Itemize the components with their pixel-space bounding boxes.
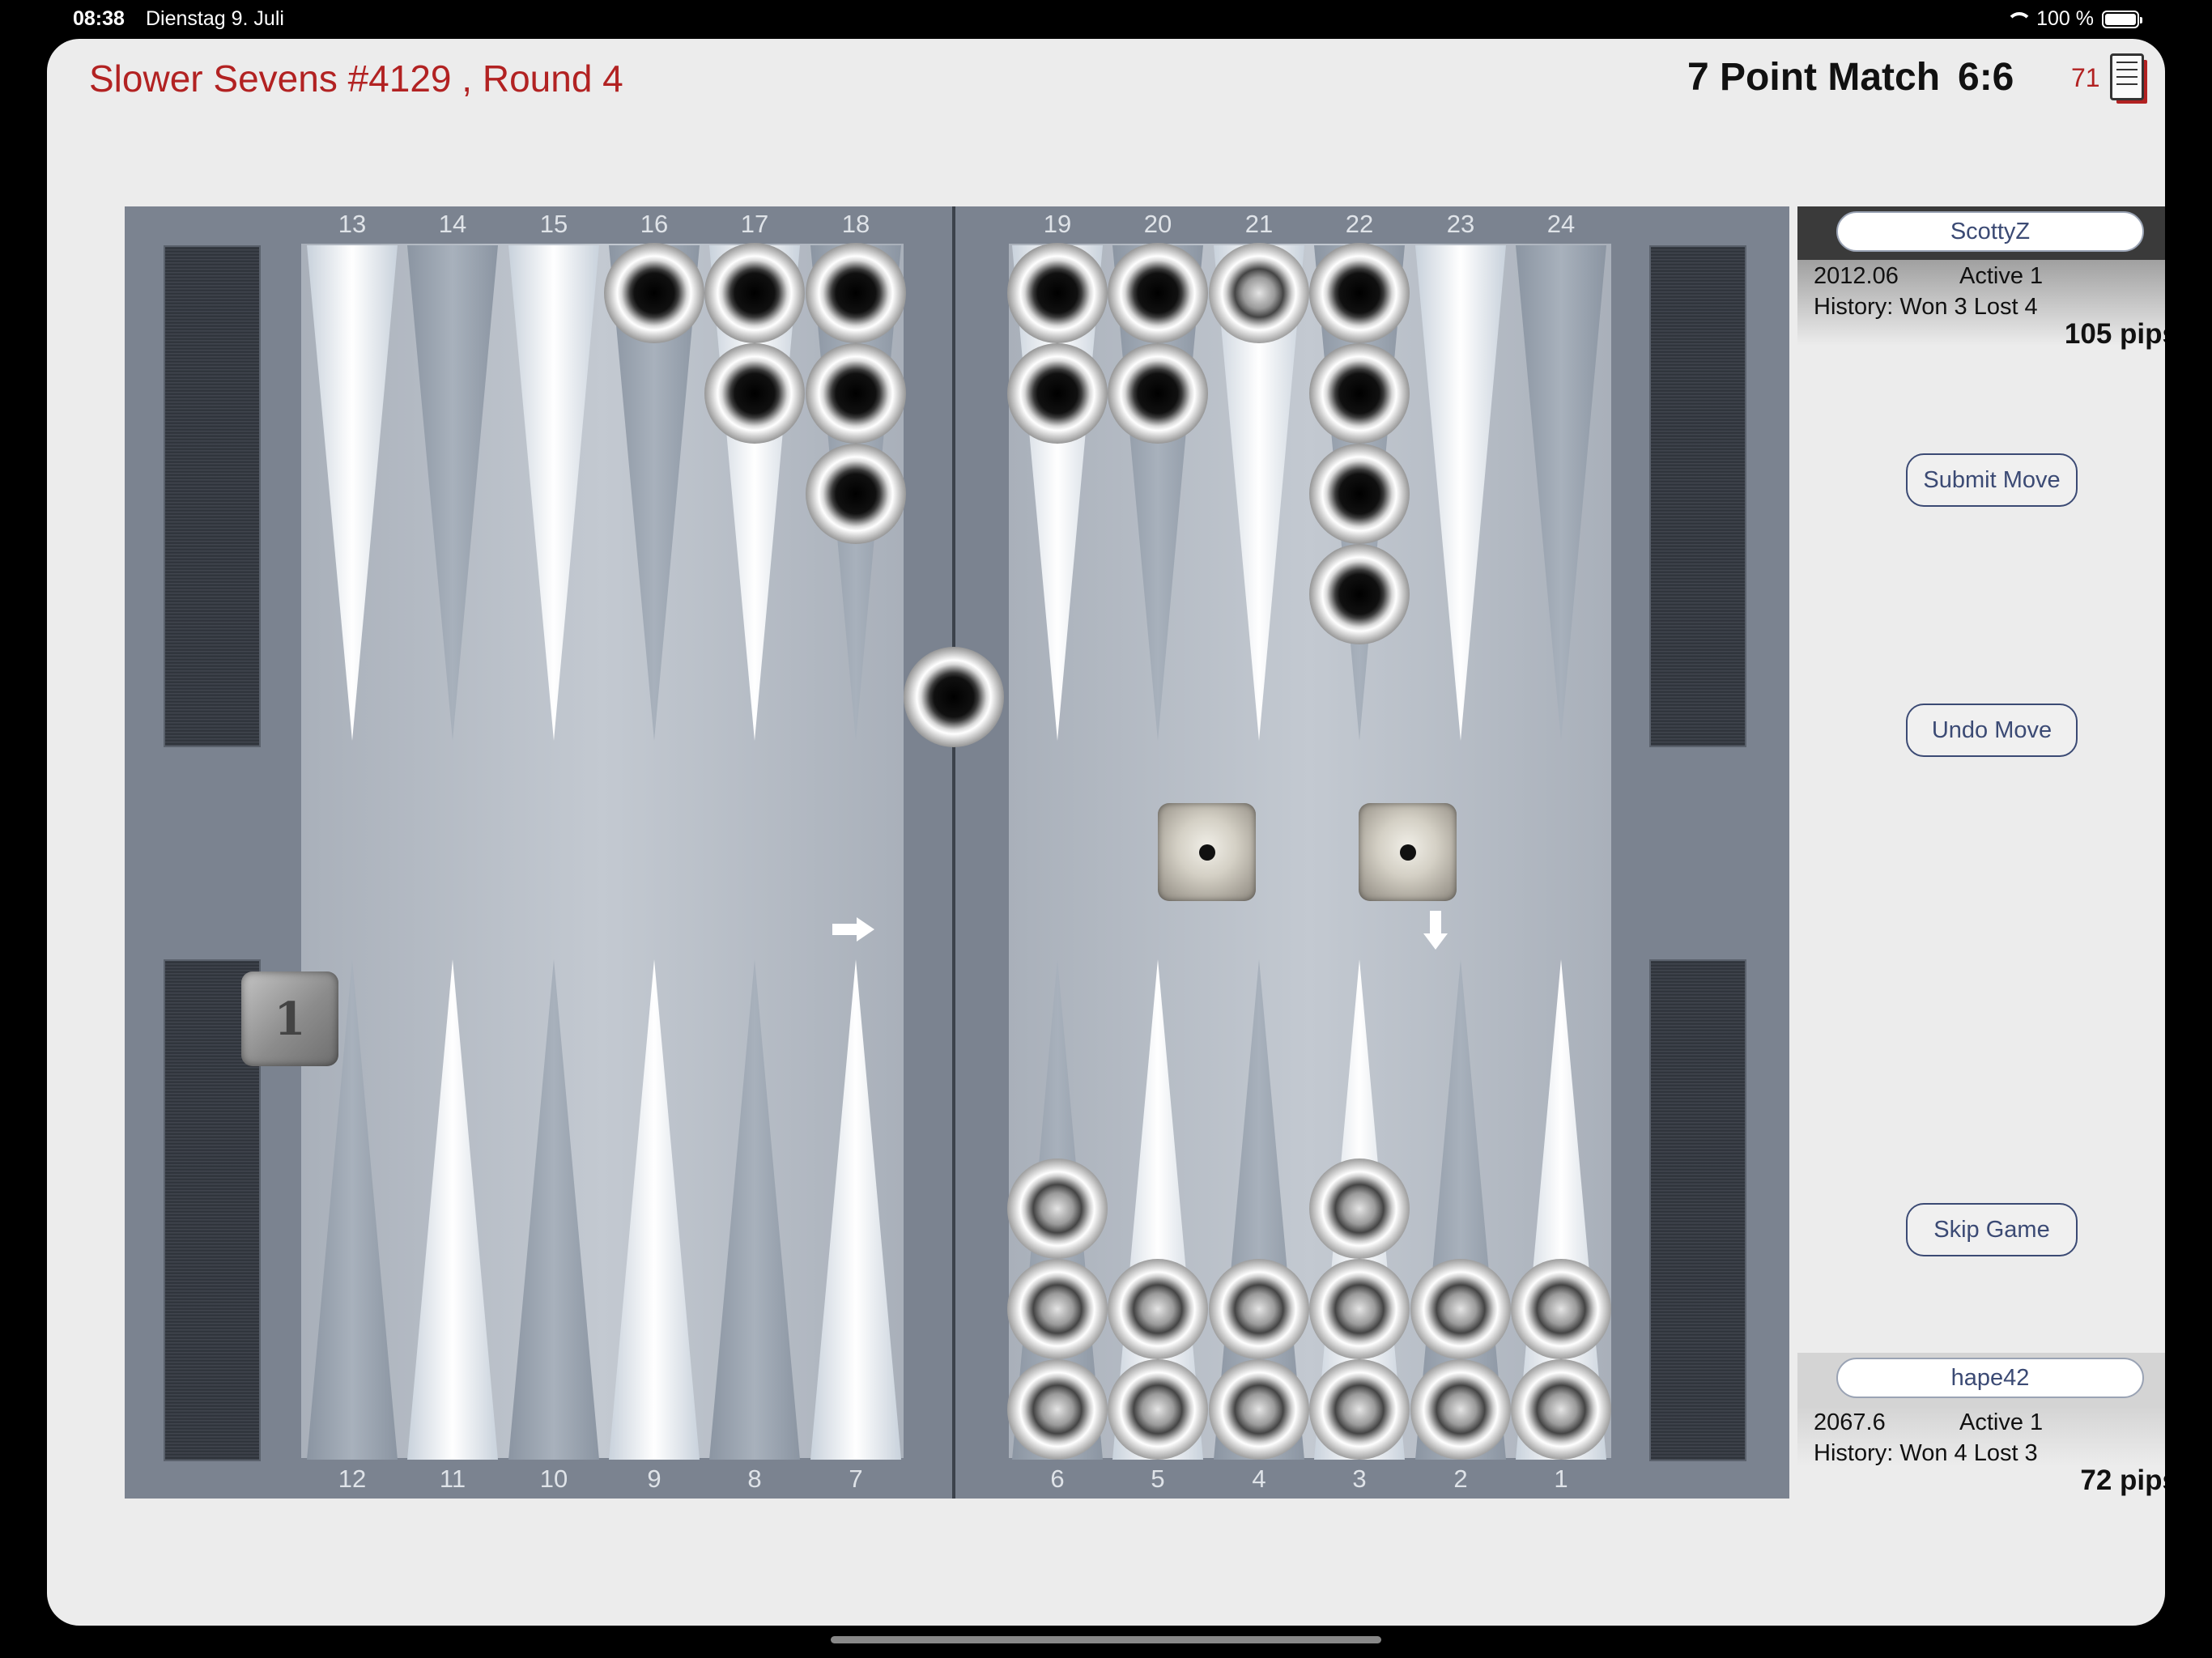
skip-game-button[interactable]: Skip Game [1906, 1203, 2078, 1256]
dark-checker[interactable] [1309, 243, 1410, 343]
dark-checker[interactable] [806, 243, 906, 343]
bear-off-tray-top-left [164, 245, 261, 747]
bear-off-tray-top-right[interactable] [1649, 245, 1746, 747]
doubling-cube[interactable]: 1 [241, 971, 338, 1066]
point-number: 12 [338, 1465, 367, 1493]
games-count: 71 [2071, 63, 2100, 92]
dark-checker[interactable] [1007, 243, 1108, 343]
submit-move-button[interactable]: Submit Move [1906, 453, 2078, 507]
player-active: Active 1 [1959, 1409, 2044, 1435]
point-number: 3 [1352, 1465, 1367, 1493]
opponent-pips: 105 pips [2064, 318, 2165, 350]
light-checker[interactable] [1108, 1259, 1208, 1359]
light-checker[interactable] [1511, 1359, 1611, 1460]
point-number: 13 [338, 210, 367, 238]
player-pips: 72 pips [2080, 1465, 2165, 1496]
light-checker[interactable] [1410, 1359, 1511, 1460]
point-number: 23 [1446, 210, 1475, 238]
opponent-history: History: Won 3 Lost 4 [1814, 294, 2038, 320]
game-title: Slower Sevens #4129 , Round 4 [89, 57, 623, 100]
side-panel: ScottyZ 2012.06 Active 1 History: Won 3 … [1797, 206, 2165, 1499]
dark-checker[interactable] [1108, 243, 1208, 343]
point-number: 20 [1143, 210, 1172, 238]
status-time: 08:38 [73, 7, 125, 30]
light-checker[interactable] [1007, 1359, 1108, 1460]
dark-checker[interactable] [704, 243, 805, 343]
battery-icon [2102, 10, 2142, 28]
point-number: 9 [647, 1465, 661, 1493]
dark-checker[interactable] [1309, 544, 1410, 644]
player-rating: 2067.6 [1814, 1409, 1886, 1435]
point-number: 16 [640, 210, 669, 238]
dark-checker[interactable] [1309, 444, 1410, 544]
player-history: History: Won 4 Lost 3 [1814, 1440, 2038, 1466]
bar-divider [952, 206, 955, 1499]
match-length: 7 Point Match [1687, 56, 1941, 99]
opponent-name[interactable]: ScottyZ [1836, 211, 2144, 252]
undo-move-button[interactable]: Undo Move [1906, 704, 2078, 757]
player-name[interactable]: hape42 [1836, 1358, 2144, 1398]
dark-checker[interactable] [806, 343, 906, 444]
point-number: 14 [438, 210, 467, 238]
battery-percent: 100 % [2036, 7, 2094, 30]
dark-checker[interactable] [806, 444, 906, 544]
bear-off-tray-bottom-right[interactable] [1649, 959, 1746, 1461]
dark-checker[interactable] [1108, 343, 1208, 444]
app-window: Slower Sevens #4129 , Round 4 7 Point Ma… [47, 39, 2165, 1626]
wifi-icon [2004, 11, 2033, 28]
light-checker[interactable] [1209, 243, 1309, 343]
light-checker[interactable] [1007, 1158, 1108, 1259]
point-number: 18 [841, 210, 870, 238]
point-number: 8 [747, 1465, 762, 1493]
light-checker[interactable] [1209, 1359, 1309, 1460]
die-pip [1399, 844, 1416, 861]
light-checker[interactable] [1209, 1259, 1309, 1359]
opponent-active: Active 1 [1959, 263, 2044, 289]
die-1[interactable] [1158, 803, 1256, 901]
opponent-rating: 2012.06 [1814, 263, 1899, 289]
point-number: 4 [1252, 1465, 1266, 1493]
dark-checker[interactable] [704, 343, 805, 444]
left-field [301, 244, 904, 1458]
opponent-panel: ScottyZ 2012.06 Active 1 History: Won 3 … [1797, 206, 2165, 350]
light-checker[interactable] [1309, 1359, 1410, 1460]
light-checker[interactable] [1410, 1259, 1511, 1359]
light-checker[interactable] [1511, 1259, 1611, 1359]
die-pip [1198, 844, 1215, 861]
point-number: 2 [1453, 1465, 1468, 1493]
die-2[interactable] [1359, 803, 1457, 901]
point-number: 1 [1554, 1465, 1568, 1493]
point-number: 5 [1151, 1465, 1165, 1493]
backgammon-board[interactable]: 1 13 12 14 11 15 10 16 9 17 8 18 7 19 6 20 5 21 4 22 3 23 2 24… [125, 206, 1789, 1499]
home-indicator[interactable] [831, 1636, 1381, 1643]
right-field [1009, 244, 1611, 1458]
light-checker[interactable] [1108, 1359, 1208, 1460]
dark-checker[interactable] [904, 647, 1004, 747]
point-number: 22 [1345, 210, 1374, 238]
light-checker[interactable] [1007, 1259, 1108, 1359]
status-right: 100 % [2004, 7, 2142, 31]
point-number: 15 [539, 210, 568, 238]
point-number: 21 [1244, 210, 1274, 238]
dark-checker[interactable] [1309, 343, 1410, 444]
arrow-right-icon [832, 917, 874, 942]
point-number: 17 [740, 210, 769, 238]
point-number: 19 [1043, 210, 1072, 238]
status-date: Dienstag 9. Juli [146, 7, 284, 30]
arrow-down-icon [1423, 911, 1448, 950]
light-checker[interactable] [1309, 1259, 1410, 1359]
dark-checker[interactable] [604, 243, 704, 343]
match-score: 6:6 [1958, 56, 2014, 99]
point-number: 6 [1050, 1465, 1065, 1493]
point-number: 24 [1546, 210, 1576, 238]
game-list-icon[interactable] [2110, 53, 2144, 100]
light-checker[interactable] [1309, 1158, 1410, 1259]
dark-checker[interactable] [1007, 343, 1108, 444]
status-bar: 08:38 Dienstag 9. Juli 100 % [0, 0, 2212, 39]
point-number: 7 [849, 1465, 863, 1493]
point-number: 10 [539, 1465, 568, 1493]
player-panel: hape42 2067.6 Active 1 History: Won 4 Lo… [1797, 1353, 2165, 1496]
point-number: 11 [439, 1465, 466, 1493]
